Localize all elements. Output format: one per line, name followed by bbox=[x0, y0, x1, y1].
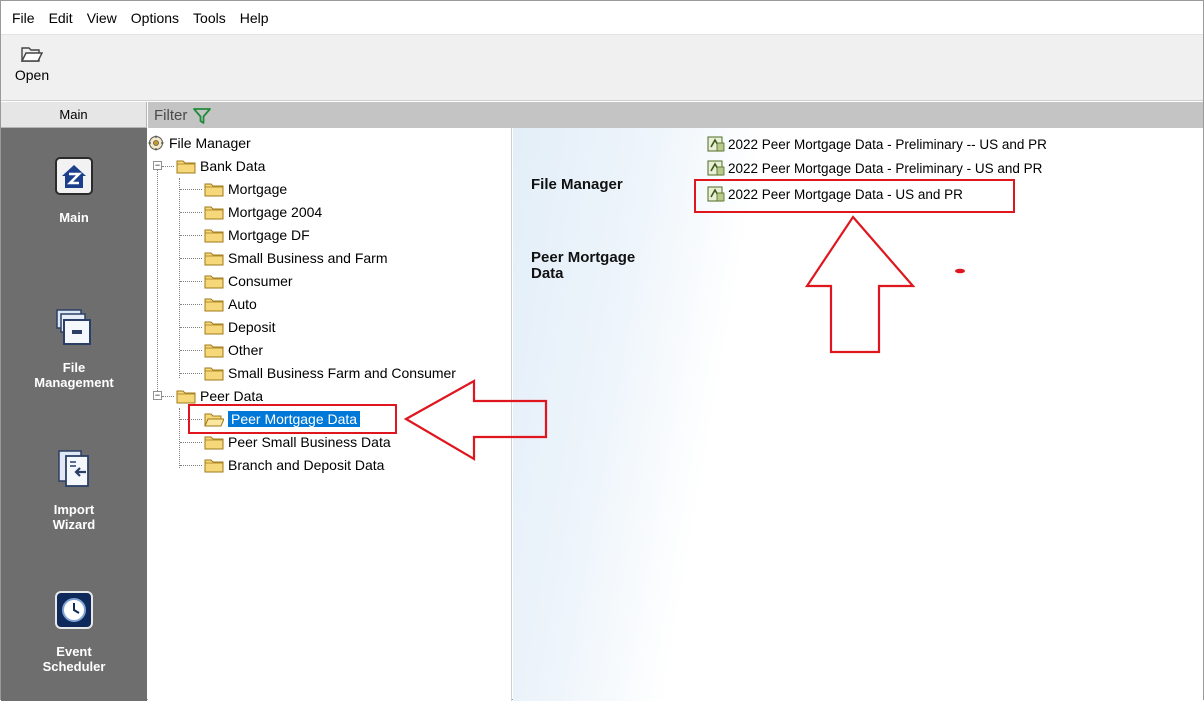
tree-root[interactable]: File Manager bbox=[148, 132, 251, 154]
clock-icon bbox=[54, 590, 94, 630]
application-window: File Edit View Options Tools Help Open M… bbox=[0, 0, 1204, 701]
tree-connector bbox=[180, 350, 202, 351]
tree-item-label: Peer Data bbox=[200, 388, 264, 404]
import-icon bbox=[54, 448, 94, 488]
menu-tools[interactable]: Tools bbox=[186, 10, 233, 26]
folder-icon bbox=[204, 436, 224, 450]
tree-connector bbox=[179, 408, 180, 468]
tree-connector bbox=[180, 258, 202, 259]
tree-connector bbox=[179, 178, 180, 378]
tree-item-peer-small-business-data[interactable]: Peer Small Business Data bbox=[204, 431, 391, 453]
nav-import-wizard-button[interactable]: Import Wizard bbox=[1, 448, 147, 532]
folder-icon bbox=[204, 459, 224, 473]
tree-connector bbox=[180, 212, 202, 213]
tree-connector bbox=[180, 327, 202, 328]
nav-main-label: Main bbox=[59, 210, 89, 225]
folder-icon bbox=[204, 344, 224, 358]
menu-view[interactable]: View bbox=[80, 10, 124, 26]
tree-item-label: Consumer bbox=[228, 273, 293, 289]
open-button-label: Open bbox=[14, 67, 50, 83]
nav-file-management-button[interactable]: File Management bbox=[1, 306, 147, 390]
highlight-box-tree-item bbox=[188, 404, 397, 434]
bank-data-expander[interactable]: − bbox=[153, 161, 162, 170]
tree-connector bbox=[180, 465, 202, 466]
tree-item-small-business-and-farm[interactable]: Small Business and Farm bbox=[204, 247, 388, 269]
pane-subheading: Peer Mortgage Data bbox=[531, 249, 636, 282]
tree-connector bbox=[180, 373, 202, 374]
nav-panel: Main File Management Import Wizard Event… bbox=[1, 128, 147, 701]
tree-item-small-business-farm-and-consumer[interactable]: Small Business Farm and Consumer bbox=[204, 362, 456, 384]
folder-icon bbox=[204, 183, 224, 197]
nav-main-button[interactable]: Main bbox=[1, 156, 147, 225]
folder-icon bbox=[204, 252, 224, 266]
nav-import-wizard-label: Import Wizard bbox=[52, 502, 96, 532]
file-list-pane: File Manager Peer Mortgage Data 2022 Pee… bbox=[513, 128, 1203, 701]
menu-options[interactable]: Options bbox=[124, 10, 186, 26]
nav-event-scheduler-button[interactable]: Event Scheduler bbox=[1, 590, 147, 674]
data-file-icon bbox=[707, 136, 725, 152]
filter-funnel-icon[interactable] bbox=[193, 108, 212, 124]
menu-bar: File Edit View Options Tools Help bbox=[1, 1, 1203, 35]
tree-connector bbox=[162, 166, 174, 167]
pane-heading: File Manager bbox=[531, 176, 623, 193]
tree-item-label: Mortgage bbox=[228, 181, 288, 197]
tree-item-branch-and-deposit-data[interactable]: Branch and Deposit Data bbox=[204, 454, 384, 476]
folder-icon bbox=[204, 229, 224, 243]
house-icon bbox=[54, 156, 94, 196]
tree-connector bbox=[180, 189, 202, 190]
peer-data-expander[interactable]: − bbox=[153, 391, 162, 400]
file-item[interactable]: 2022 Peer Mortgage Data - Preliminary - … bbox=[707, 157, 1042, 179]
file-cabinet-icon bbox=[54, 306, 94, 346]
folder-icon bbox=[176, 160, 196, 174]
tree-item-label: Other bbox=[228, 342, 264, 358]
file-item[interactable]: 2022 Peer Mortgage Data - Preliminary --… bbox=[707, 133, 1047, 155]
folder-icon bbox=[204, 275, 224, 289]
tree-item-label: Auto bbox=[228, 296, 257, 312]
tree-connector bbox=[180, 304, 202, 305]
tree-item-label: Mortgage DF bbox=[228, 227, 310, 243]
nav-event-scheduler-label: Event Scheduler bbox=[42, 644, 106, 674]
tree-connector bbox=[157, 169, 158, 397]
nav-tab-main[interactable]: Main bbox=[1, 102, 147, 128]
tree-item-mortgage-2004[interactable]: Mortgage 2004 bbox=[204, 201, 322, 223]
menu-edit[interactable]: Edit bbox=[42, 10, 80, 26]
folder-icon bbox=[204, 298, 224, 312]
tree-connector bbox=[180, 281, 202, 282]
tree-item-label: Deposit bbox=[228, 319, 276, 335]
tree-connector bbox=[180, 235, 202, 236]
folder-icon bbox=[204, 321, 224, 335]
filter-label: Filter bbox=[154, 106, 188, 124]
tree-connector bbox=[162, 396, 174, 397]
folder-icon bbox=[176, 390, 196, 404]
tree-item-consumer[interactable]: Consumer bbox=[204, 270, 293, 292]
data-file-icon bbox=[707, 160, 725, 176]
open-button[interactable]: Open bbox=[5, 39, 59, 97]
tree-item-label: Bank Data bbox=[200, 158, 266, 174]
file-item-label: 2022 Peer Mortgage Data - Preliminary --… bbox=[728, 136, 1047, 152]
tree-item-deposit[interactable]: Deposit bbox=[204, 316, 275, 338]
highlight-box-file-item bbox=[694, 179, 1015, 213]
file-item-label: 2022 Peer Mortgage Data - Preliminary - … bbox=[728, 160, 1043, 176]
tree-root-label: File Manager bbox=[169, 135, 251, 151]
tree-item-label: Mortgage 2004 bbox=[228, 204, 323, 220]
tree-item-label: Peer Small Business Data bbox=[228, 434, 391, 450]
open-folder-icon bbox=[21, 47, 43, 62]
tree-item-label: Branch and Deposit Data bbox=[228, 457, 385, 473]
tree-connector bbox=[180, 442, 202, 443]
tree-item-label: Small Business and Farm bbox=[228, 250, 388, 266]
filter-bar[interactable]: Filter bbox=[148, 102, 1203, 128]
tree-item-mortgage[interactable]: Mortgage bbox=[204, 178, 287, 200]
file-manager-icon bbox=[148, 135, 164, 151]
tree-item-bank-data[interactable]: Bank Data bbox=[176, 155, 265, 177]
tree-item-other[interactable]: Other bbox=[204, 339, 263, 361]
menu-file[interactable]: File bbox=[5, 10, 42, 26]
nav-file-management-label: File Management bbox=[34, 360, 114, 390]
folder-icon bbox=[204, 206, 224, 220]
menu-help[interactable]: Help bbox=[233, 10, 276, 26]
tree-item-auto[interactable]: Auto bbox=[204, 293, 257, 315]
tree-item-label: Small Business Farm and Consumer bbox=[228, 365, 456, 381]
folder-icon bbox=[204, 367, 224, 381]
toolbar: Open bbox=[1, 35, 1203, 101]
tree-item-mortgage-df[interactable]: Mortgage DF bbox=[204, 224, 310, 246]
